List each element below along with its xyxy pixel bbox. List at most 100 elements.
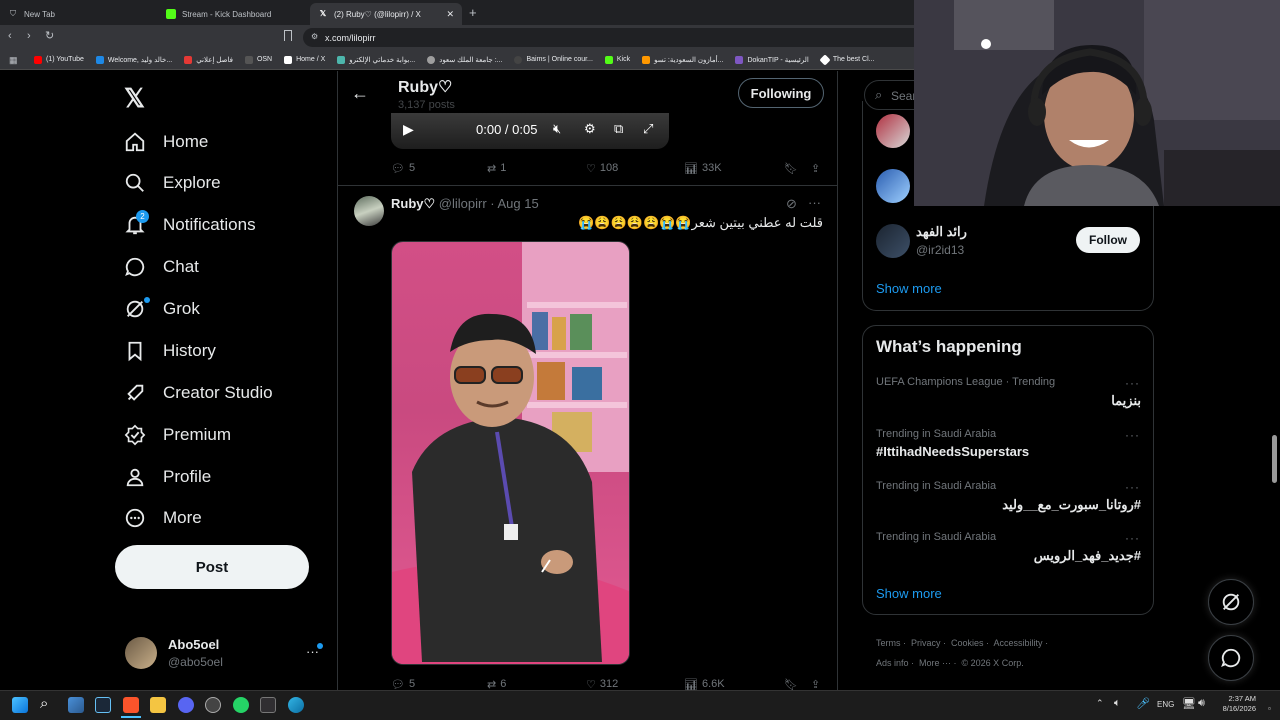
- file-explorer-icon[interactable]: [150, 697, 166, 713]
- avatar[interactable]: [876, 224, 910, 258]
- show-more-link[interactable]: Show more: [876, 586, 942, 601]
- search-icon[interactable]: ⌕: [40, 695, 48, 712]
- taskbar-clock[interactable]: 2:37 AM 8/16/2026: [1216, 694, 1256, 714]
- like-button[interactable]: ♡ 312: [586, 678, 618, 690]
- bookmark-button[interactable]: 🔖︎: [784, 678, 798, 691]
- clock-app-icon[interactable]: [205, 697, 221, 713]
- back-icon[interactable]: ‹: [8, 30, 12, 42]
- footer-more[interactable]: More ···: [919, 658, 951, 668]
- follow-button[interactable]: Follow: [1076, 227, 1140, 253]
- share-button[interactable]: ⇪: [811, 162, 820, 175]
- footer-accessibility[interactable]: Accessibility: [994, 638, 1043, 648]
- bookmark-dokantip[interactable]: DokanTIP - الرئيسية: [735, 55, 809, 64]
- picture-in-picture-icon[interactable]: ⧉: [614, 121, 623, 137]
- trend-item[interactable]: Trending in Saudi Arabia #جديد_فهد_الروي…: [876, 531, 1141, 564]
- tab-x-profile[interactable]: 𝕏 (2) Ruby♡ (@lilopirr) / X ✕: [310, 3, 462, 25]
- whatsapp-icon[interactable]: [233, 697, 249, 713]
- avatar[interactable]: [876, 169, 910, 203]
- sidebar-item-chat[interactable]: Chat: [124, 253, 199, 281]
- microphone-icon[interactable]: 🎤︎: [1136, 697, 1150, 710]
- bookmark-youtube[interactable]: (1) YouTube: [34, 55, 84, 64]
- chevron-up-icon[interactable]: ⌃: [1096, 698, 1104, 709]
- reply-button[interactable]: 💬︎ 5: [391, 162, 415, 175]
- photos-icon[interactable]: [68, 697, 84, 713]
- sidebar-item-grok[interactable]: Grok: [124, 295, 200, 323]
- more-icon[interactable]: ···: [1125, 531, 1140, 545]
- more-icon[interactable]: ···: [808, 195, 821, 210]
- follow-suggestion-name[interactable]: رائد الفهد: [916, 224, 967, 240]
- sidebar-item-notifications[interactable]: Notifications 2: [124, 210, 256, 239]
- language-indicator[interactable]: ENG: [1157, 700, 1174, 709]
- notification-center-icon[interactable]: ▫: [1268, 704, 1271, 713]
- avatar[interactable]: [354, 196, 384, 226]
- discord-icon[interactable]: [178, 697, 194, 713]
- page-scrollbar-thumb[interactable]: [1272, 435, 1277, 483]
- brave-icon[interactable]: [123, 697, 139, 713]
- footer-ads-info[interactable]: Ads info: [876, 658, 909, 668]
- tweet-author-name[interactable]: Ruby♡: [391, 196, 435, 211]
- share-button[interactable]: ⇪: [811, 678, 820, 691]
- reply-button[interactable]: 💬︎ 5: [391, 678, 415, 690]
- grok-icon[interactable]: ⊘: [786, 196, 797, 212]
- footer-terms[interactable]: Terms: [876, 638, 901, 648]
- like-button[interactable]: ♡ 108: [586, 162, 618, 175]
- trend-item[interactable]: UEFA Champions League · Trending بنزيما: [876, 376, 1141, 409]
- bookmark-the-best[interactable]: The best Cl...: [819, 53, 874, 66]
- bookmark-welcome[interactable]: Welcome, خالد وليد...: [95, 55, 172, 64]
- views-button[interactable]: 📊︎ 33K: [684, 162, 722, 175]
- tab-kick-dashboard[interactable]: Stream - Kick Dashboard: [158, 3, 308, 25]
- repost-button[interactable]: ⇄ 1: [487, 162, 506, 175]
- account-switcher[interactable]: Abo5oel @abo5oel ···: [120, 632, 330, 674]
- footer-privacy[interactable]: Privacy: [911, 638, 941, 648]
- play-icon[interactable]: ▶: [403, 121, 414, 138]
- address-bar[interactable]: ⚙ x.com/lilopirr: [303, 28, 923, 47]
- steam-icon[interactable]: [95, 697, 111, 713]
- sidebar-item-profile[interactable]: Profile: [124, 463, 211, 491]
- obs-icon[interactable]: [260, 697, 276, 713]
- more-icon[interactable]: ···: [1125, 428, 1140, 442]
- apps-grid-icon[interactable]: ▦: [9, 55, 18, 66]
- mute-icon[interactable]: 🔇︎: [553, 121, 561, 137]
- sidebar-item-home[interactable]: Home: [124, 128, 208, 156]
- reload-icon[interactable]: ↻: [45, 29, 54, 42]
- bookmark-ad-break[interactable]: فاصل إعلاني: [184, 55, 233, 64]
- bookmark-page-icon[interactable]: [284, 30, 292, 41]
- bookmark-amazon[interactable]: أمازون السعودية: تسو...: [642, 55, 723, 64]
- post-button[interactable]: Post: [115, 545, 309, 589]
- trend-item[interactable]: Trending in Saudi Arabia #روتانا_سبورت_م…: [876, 480, 1141, 513]
- sidebar-item-history[interactable]: History: [124, 337, 216, 365]
- bookmark-button[interactable]: 🔖︎: [784, 162, 798, 175]
- show-more-link[interactable]: Show more: [876, 281, 942, 296]
- tweet-author-handle[interactable]: @lilopirr: [439, 196, 487, 211]
- following-button[interactable]: Following: [738, 78, 824, 108]
- more-icon[interactable]: ···: [1125, 480, 1140, 494]
- views-button[interactable]: 📊︎ 6.6K: [684, 678, 725, 690]
- trend-item[interactable]: Trending in Saudi Arabia #IttihadNeedsSu…: [876, 428, 1141, 459]
- sidebar-item-more[interactable]: More: [124, 504, 202, 532]
- back-arrow-icon[interactable]: ←: [351, 83, 369, 104]
- sidebar-item-explore[interactable]: Explore: [124, 169, 221, 197]
- footer-cookies[interactable]: Cookies: [951, 638, 984, 648]
- volume-icon[interactable]: 🔊︎: [1198, 697, 1205, 710]
- new-tab-button[interactable]: +: [469, 5, 477, 20]
- close-icon[interactable]: ✕: [446, 9, 454, 20]
- chat-floating-button[interactable]: [1208, 635, 1254, 681]
- x-logo-icon[interactable]: 𝕏: [124, 83, 145, 114]
- tweet-date[interactable]: · Aug 15: [490, 196, 538, 211]
- sidebar-item-premium[interactable]: Premium: [124, 421, 231, 449]
- tweet-video[interactable]: [391, 241, 630, 665]
- repost-button[interactable]: ⇄ 6: [487, 678, 506, 690]
- bookmark-services-portal[interactable]: بوابة خدماتي الإلكترو...: [337, 55, 415, 64]
- bookmark-baims[interactable]: Baims | Online cour...: [514, 55, 593, 64]
- windows-start-icon[interactable]: [12, 697, 28, 713]
- settings-icon[interactable]: ⚙: [584, 121, 596, 137]
- forward-icon[interactable]: ›: [27, 30, 31, 42]
- avatar[interactable]: [876, 114, 910, 148]
- tab-new-tab[interactable]: ⛉ New Tab: [0, 3, 155, 25]
- bookmark-osn[interactable]: OSN: [244, 55, 272, 64]
- bookmark-ksu[interactable]: جامعة الملك سعود :...: [427, 55, 502, 64]
- more-icon[interactable]: ···: [1125, 376, 1140, 390]
- grok-floating-button[interactable]: [1208, 579, 1254, 625]
- browser-globe-icon[interactable]: [288, 697, 304, 713]
- monitor-icon[interactable]: 🖥︎: [1182, 697, 1196, 710]
